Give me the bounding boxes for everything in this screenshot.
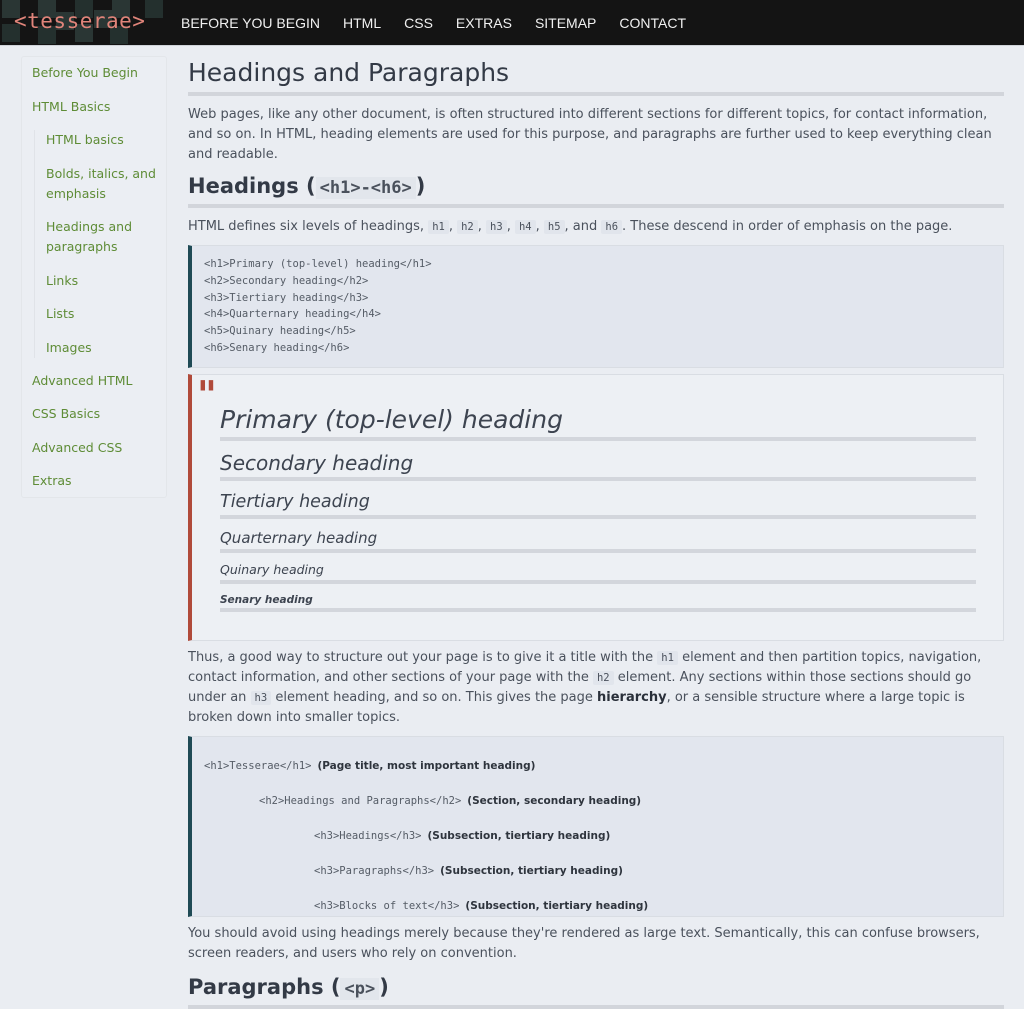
site-logo[interactable]: <tesserae> (0, 0, 170, 46)
demo-h2: Secondary heading (220, 449, 976, 481)
nav-contact[interactable]: CONTACT (619, 15, 686, 31)
nav-css[interactable]: CSS (404, 15, 433, 31)
code-line: <h3>Tiertiary heading</h3> (204, 291, 369, 304)
code-line: <h1>Primary (top-level) heading</h1> (204, 258, 432, 270)
nav-html[interactable]: HTML (343, 15, 381, 31)
sidebar-subitem-links[interactable]: Links (35, 271, 166, 291)
nav-before-you-begin[interactable]: BEFORE YOU BEGIN (181, 15, 320, 31)
headings-code-block: <h1>Primary (top-level) heading</h1> <h2… (188, 245, 1004, 368)
sidebar-item-css-basics[interactable]: CSS Basics (22, 404, 166, 424)
code-line: <h4>Quarternary heading</h4> (204, 308, 382, 321)
sidebar: Before You Begin HTML Basics HTML basics… (21, 56, 167, 498)
tree-code: <h3>Headings</h3> (314, 829, 422, 842)
tree-note: (Subsection, tiertiary heading) (465, 899, 649, 912)
nav-sitemap[interactable]: SITEMAP (535, 15, 596, 31)
tree-code: <h3>Paragraphs</h3> (314, 864, 435, 877)
top-navbar: <tesserae> BEFORE YOU BEGIN HTML CSS EXT… (0, 0, 1024, 46)
code-line: <h5>Quinary heading</h5> (204, 325, 356, 338)
demo-h1: Primary (top-level) heading (220, 403, 976, 441)
demo-h6: Senary heading (220, 592, 976, 612)
section-title-end: ) (379, 974, 389, 999)
inline-code: h3 (250, 690, 272, 705)
tree-note: (Subsection, tiertiary heading) (440, 864, 623, 877)
inline-code: h5 (543, 220, 565, 234)
tree-row: <h3>Blocks of text</h3> (Subsection, tier… (204, 889, 991, 924)
section-title-text: Paragraphs ( (188, 974, 341, 999)
inline-code: h1 (428, 220, 449, 234)
sidebar-subitem-html-basics[interactable]: HTML basics (35, 130, 166, 150)
avoid-paragraph: You should avoid using headings merely b… (188, 925, 980, 961)
tree-row: <h3>Headings</h3> (Subsection, tiertiary … (204, 819, 991, 854)
quote-icon: " (197, 371, 217, 417)
headings-section-title: Headings (<h1>-<h6>) (188, 171, 1004, 208)
sidebar-item-html-basics[interactable]: HTML Basics (22, 97, 166, 117)
paragraphs-section-title: Paragraphs (<p>) (188, 972, 1004, 1009)
headings-description: HTML defines six levels of headings, h1,… (188, 217, 1004, 237)
desc-text: HTML defines six levels of headings, (188, 219, 429, 234)
inline-code: h2 (592, 670, 614, 685)
para-text: element heading, and so on. This gives t… (271, 689, 598, 705)
intro-paragraph: Web pages, like any other document, is o… (188, 107, 992, 162)
sidebar-subnav: HTML basics Bolds, italics, and emphasis… (34, 130, 166, 358)
tree-row: <h2>Headings and Paragraphs</h2> (Section… (204, 784, 991, 819)
desc-text: . These descend in order of emphasis on … (622, 219, 953, 234)
main-content: Headings and Paragraphs Web pages, like … (188, 56, 1004, 1009)
nav-extras[interactable]: EXTRAS (456, 15, 512, 31)
inline-code: h1 (657, 650, 678, 665)
section-title-code: <h1>-<h6> (315, 177, 416, 199)
tree-code: <h1>Tesserae</h1> (204, 759, 312, 772)
sidebar-subitem-lists[interactable]: Lists (35, 304, 166, 324)
bold-term: hierarchy (597, 689, 667, 705)
sidebar-subitem-images[interactable]: Images (35, 338, 166, 358)
tree-code: <h2>Headings and Paragraphs</h2> (259, 794, 462, 807)
desc-and: , and (564, 219, 602, 234)
sidebar-item-advanced-css[interactable]: Advanced CSS (22, 438, 166, 458)
demo-h4: Quarternary heading (220, 527, 976, 553)
tree-row: <h3>Paragraphs</h3> (Subsection, tiertiar… (204, 854, 991, 889)
demo-h5: Quinary heading (220, 560, 976, 584)
sidebar-item-before-you-begin[interactable]: Before You Begin (22, 63, 166, 83)
sidebar-subitem-bolds-italics[interactable]: Bolds, italics, and emphasis (35, 164, 166, 204)
tree-note: (Page title, most important heading) (317, 759, 536, 772)
main-nav: BEFORE YOU BEGIN HTML CSS EXTRAS SITEMAP… (181, 0, 709, 46)
para-text: Thus, a good way to structure out your p… (188, 649, 658, 665)
desc-sep: , (448, 219, 458, 234)
logo-text: <tesserae> (14, 9, 146, 33)
code-line: <h2>Secondary heading</h2> (204, 274, 369, 287)
logo-tile (145, 0, 163, 18)
code-line: <h6>Senary heading</h6> (204, 341, 350, 354)
inline-code: h4 (514, 220, 536, 234)
desc-sep: , (477, 219, 487, 234)
section-title-end: ) (415, 174, 426, 198)
inline-code: h2 (457, 220, 478, 234)
tree-code: <h3>Blocks of text</h3> (314, 899, 460, 912)
demo-h3: Tiertiary heading (220, 489, 976, 519)
tree-note: (Subsection, tiertiary heading) (427, 829, 611, 842)
section-title-code: <p> (340, 977, 380, 1000)
tree-row: <h1>Tesserae</h1> (Page title, most impor… (204, 749, 991, 784)
desc-sep: , (535, 219, 544, 234)
sidebar-item-extras[interactable]: Extras (22, 471, 166, 491)
inline-code: h6 (601, 220, 623, 234)
tree-note: (Section, secondary heading) (467, 794, 642, 807)
page-title: Headings and Paragraphs (188, 56, 1004, 96)
hierarchy-code-block: <h1>Tesserae</h1> (Page title, most impor… (188, 735, 1004, 917)
desc-sep: , (506, 219, 515, 234)
headings-demo-box: " Primary (top-level) heading Secondary … (188, 371, 1004, 641)
inline-code: h3 (486, 220, 507, 234)
sidebar-subitem-headings-paragraphs[interactable]: Headings and paragraphs (35, 217, 166, 257)
sidebar-item-advanced-html[interactable]: Advanced HTML (22, 371, 166, 391)
section-title-text: Headings ( (188, 174, 316, 198)
hierarchy-paragraph: Thus, a good way to structure out your p… (188, 648, 1004, 728)
